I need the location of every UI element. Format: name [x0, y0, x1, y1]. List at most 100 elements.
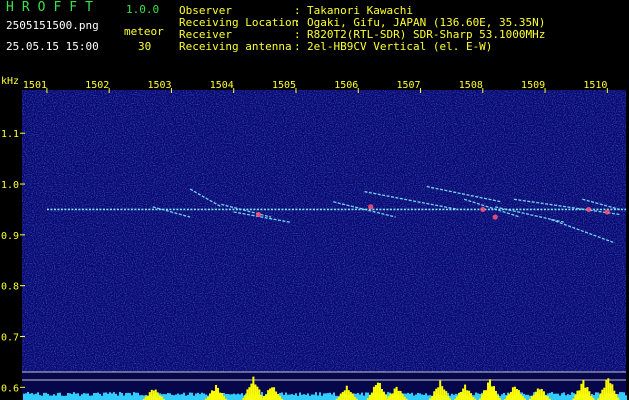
- x-tick-label: 1507: [397, 80, 421, 91]
- noise-level-bar: [359, 394, 361, 400]
- noise-level-bar: [561, 393, 563, 400]
- level-burst-bar: [534, 391, 537, 400]
- noise-level-bar: [97, 392, 99, 400]
- noise-level-bar: [527, 394, 529, 400]
- noise-level-bar: [47, 393, 49, 400]
- noise-level-bar: [41, 395, 43, 400]
- level-burst-bar: [351, 393, 354, 400]
- x-tick-label: 1505: [272, 80, 296, 91]
- spectrogram-noise: [22, 90, 626, 400]
- noise-level-bar: [183, 392, 185, 400]
- level-burst-bar: [460, 391, 463, 400]
- noise-level-bar: [69, 393, 71, 400]
- noise-level-bar: [287, 394, 289, 400]
- level-burst-bar: [269, 388, 272, 400]
- level-burst-bar: [219, 392, 222, 400]
- noise-level-bar: [291, 394, 293, 400]
- level-burst-bar: [468, 390, 471, 400]
- noise-level-bar: [127, 392, 129, 400]
- level-burst-bar: [349, 392, 352, 400]
- noise-level-bar: [113, 392, 115, 400]
- noise-level-bar: [91, 395, 93, 400]
- noise-level-bar: [85, 393, 87, 400]
- level-burst-bar: [445, 391, 448, 400]
- noise-level-bar: [31, 393, 33, 400]
- noise-level-bar: [137, 392, 139, 400]
- level-burst-bar: [515, 388, 518, 400]
- level-burst-bar: [497, 395, 500, 400]
- level-burst-bar: [458, 392, 461, 400]
- noise-level-bar: [363, 395, 365, 400]
- level-burst-bar: [605, 379, 608, 400]
- noise-level-bar: [233, 393, 235, 400]
- noise-level-bar: [61, 395, 63, 400]
- noise-level-bar: [313, 394, 315, 400]
- x-tick-label: 1503: [147, 80, 171, 91]
- level-burst-bar: [277, 393, 280, 400]
- noise-level-bar: [195, 393, 197, 400]
- noise-level-bar: [107, 393, 109, 400]
- noise-level-bar: [295, 393, 297, 400]
- noise-level-bar: [115, 393, 117, 400]
- y-tick-label: 1.1: [1, 129, 19, 140]
- x-tick-label: 1504: [210, 80, 234, 91]
- level-burst-bar: [347, 390, 350, 400]
- level-burst-bar: [540, 388, 543, 400]
- echo-peak: [256, 211, 262, 218]
- noise-level-bar: [563, 392, 565, 400]
- noise-level-bar: [79, 395, 81, 400]
- noise-level-bar: [99, 393, 101, 400]
- noise-level-bar: [301, 394, 303, 400]
- level-burst-bar: [221, 393, 224, 400]
- level-burst-bar: [254, 384, 257, 400]
- level-burst-bar: [378, 382, 381, 400]
- noise-level-bar: [623, 392, 625, 400]
- noise-level-bar: [365, 392, 367, 400]
- level-burst-bar: [519, 394, 522, 400]
- noise-level-bar: [319, 392, 321, 400]
- level-burst-bar: [345, 385, 348, 400]
- level-burst-bar: [271, 387, 274, 400]
- x-tick-label: 1510: [583, 80, 607, 91]
- level-burst-bar: [152, 390, 155, 400]
- level-burst-bar: [252, 376, 255, 400]
- noise-level-bar: [409, 393, 411, 400]
- noise-level-bar: [311, 394, 313, 400]
- noise-level-bar: [75, 393, 77, 400]
- noise-level-bar: [177, 393, 179, 400]
- level-burst-bar: [601, 389, 604, 400]
- level-burst-bar: [273, 387, 276, 400]
- noise-level-bar: [27, 392, 29, 400]
- noise-level-bar: [53, 394, 55, 400]
- noise-level-bar: [427, 395, 429, 400]
- y-tick-label: 1.0: [1, 180, 19, 191]
- echo-peak: [492, 214, 498, 220]
- level-burst-bar: [580, 383, 583, 400]
- noise-level-bar: [171, 394, 173, 400]
- noise-level-bar: [553, 393, 555, 400]
- level-burst-bar: [493, 386, 496, 400]
- x-tick-label: 1509: [521, 80, 545, 91]
- noise-level-bar: [123, 395, 125, 400]
- noise-level-bar: [331, 394, 333, 400]
- noise-level-bar: [423, 394, 425, 400]
- level-burst-bar: [154, 389, 157, 400]
- level-burst-bar: [532, 394, 535, 400]
- level-burst-bar: [505, 395, 508, 400]
- noise-level-bar: [229, 394, 231, 400]
- noise-level-bar: [231, 394, 233, 400]
- level-burst-bar: [215, 384, 218, 400]
- noise-level-bar: [121, 392, 123, 400]
- noise-level-bar: [239, 394, 241, 400]
- noise-level-bar: [57, 392, 59, 400]
- noise-level-bar: [315, 392, 317, 400]
- noise-level-bar: [297, 395, 299, 400]
- noise-level-bar: [175, 394, 177, 400]
- level-burst-bar: [437, 387, 440, 400]
- noise-level-bar: [25, 393, 27, 400]
- level-burst-bar: [481, 394, 484, 400]
- level-burst-bar: [495, 390, 498, 400]
- level-burst-bar: [441, 386, 444, 400]
- noise-level-bar: [621, 392, 623, 400]
- level-burst-bar: [382, 391, 385, 400]
